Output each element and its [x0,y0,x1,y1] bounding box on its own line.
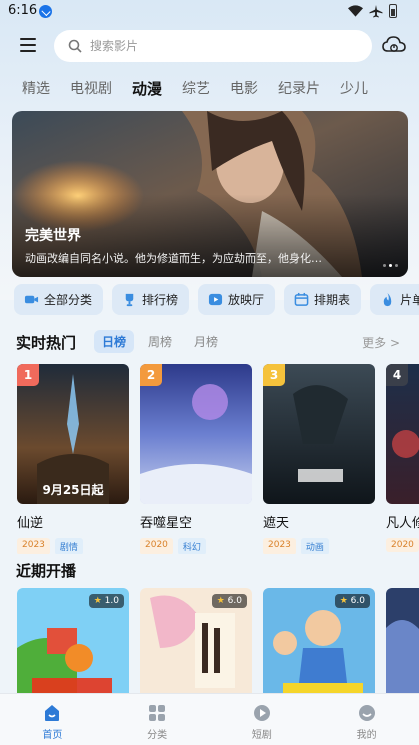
status-time: 6:16 [8,3,38,18]
premiere-date: 9月25日起 [42,483,104,497]
search-input[interactable] [90,30,350,62]
rank-badge: 2 [140,364,162,386]
nav-short-drama[interactable]: 短剧 [210,694,315,745]
rankings-label: 排行榜 [142,293,179,307]
rating-badge: ★ 1.0 [88,594,124,608]
all-categories-button[interactable]: 全部分类 [14,284,104,315]
schedule-button[interactable]: 排期表 [284,284,362,315]
hot-section-title: 实时热门 [16,334,77,352]
genre-tag: 剧情 [54,538,83,554]
upcoming-section-title: 近期开播 [16,562,77,580]
hot-card[interactable]: 4 凡人修仙传 2020 [386,364,419,552]
menu-icon[interactable] [20,38,36,52]
rating-value: 1.0 [104,596,119,606]
calendar-icon [294,292,309,306]
card-title: 仙逆 [17,516,44,531]
hot-card[interactable]: 2 吞噬星空 2020 科幻 [140,364,252,554]
nav-categories-label: 分类 [147,730,168,741]
rankings-button[interactable]: 排行榜 [112,284,190,315]
profile-icon [358,705,375,721]
card-title: 吞噬星空 [140,516,193,531]
more-link[interactable]: 更多 > [362,334,400,351]
rating-badge: ★ 6.0 [211,594,247,608]
rating-badge: ★ 6.0 [334,594,370,608]
poster-artwork [386,588,419,698]
nav-categories[interactable]: 分类 [105,694,210,745]
grid-icon [149,705,166,721]
play-circle-icon [253,705,270,721]
hot-card[interactable]: 3 遮天 2023 动画 [263,364,375,554]
playlist-label: 片单 [400,293,419,307]
playlist-button[interactable]: 片单 [370,284,419,315]
tab-weekly[interactable]: 周榜 [140,330,180,353]
upcoming-section-header: 近期开播 [16,560,76,581]
upcoming-card[interactable] [386,588,419,698]
trophy-icon [125,293,134,307]
search-bar[interactable] [54,30,372,62]
poster: 3 [263,364,375,504]
bottom-navigation: 首页 分类 短剧 我的 [0,693,419,745]
rating-value: 6.0 [227,596,242,606]
genre-tag: 科幻 [177,538,206,554]
year-tag: 2023 [17,538,50,554]
hot-list: 1 9月25日起 仙逆 2023 剧情 2 吞噬星空 2020 科幻 3 遮天 20… [17,364,419,554]
poster: 1 9月25日起 [17,364,129,504]
banner-pagination [383,264,398,267]
rank-badge: 1 [17,364,39,386]
banner-title: 完美世界 [25,228,81,244]
upcoming-card[interactable]: ★ 6.0 [140,588,252,698]
battery-icon [389,4,397,18]
airplane-mode-icon [369,4,383,18]
video-camera-icon [24,295,39,304]
nav-profile[interactable]: 我的 [314,694,419,745]
card-title: 遮天 [263,516,290,531]
tab-documentary[interactable]: 纪录片 [278,78,320,102]
featured-banner[interactable]: 完美世界 动画改编自同名小说。他为修道而生，为应劫而至，他身化… [12,111,408,277]
schedule-label: 排期表 [314,293,351,307]
home-icon [45,705,60,721]
tab-featured[interactable]: 精选 [22,78,50,102]
tab-kids[interactable]: 少儿 [340,78,368,102]
tab-tv-series[interactable]: 电视剧 [70,78,112,102]
search-icon [68,39,82,53]
upcoming-list: ★ 1.0 ★ 6.0 ★ 6.0 [17,588,419,698]
nav-short-drama-label: 短剧 [251,730,272,741]
wifi-icon [348,5,363,17]
tab-anime[interactable]: 动漫 [132,78,162,102]
rating-value: 6.0 [350,596,365,606]
year-tag: 2020 [386,538,419,552]
all-categories-label: 全部分类 [44,293,93,307]
tab-daily[interactable]: 日榜 [94,330,135,353]
poster: 2 [140,364,252,504]
nav-home[interactable]: 首页 [0,694,105,745]
genre-tag: 动画 [300,538,329,554]
cloud-sync-icon[interactable] [382,34,406,56]
banner-description: 动画改编自同名小说。他为修道而生，为应劫而至，他身化… [25,252,322,265]
rank-badge: 4 [386,364,408,386]
nav-home-label: 首页 [42,730,63,741]
poster: 4 [386,364,419,504]
tab-monthly[interactable]: 月榜 [186,330,226,353]
year-tag: 2020 [140,538,173,554]
nav-profile-label: 我的 [356,730,377,741]
flame-icon [383,292,392,307]
rank-badge: 3 [263,364,285,386]
tab-variety[interactable]: 综艺 [182,78,210,102]
screening-hall-button[interactable]: 放映厅 [198,284,276,315]
hot-card[interactable]: 1 9月25日起 仙逆 2023 剧情 [17,364,129,554]
play-screen-icon [208,293,223,306]
hot-section-header: 实时热门 日榜 周榜 月榜 更多 > [16,330,406,354]
tab-movies[interactable]: 电影 [230,78,258,102]
upcoming-card[interactable]: ★ 1.0 [17,588,129,698]
screening-hall-label: 放映厅 [228,293,265,307]
card-title: 凡人修仙传 [386,516,419,531]
year-tag: 2023 [263,538,296,554]
header [0,28,419,64]
download-icon [39,5,52,18]
category-tabs: 精选 电视剧 动漫 综艺 电影 纪录片 少儿 [0,78,419,102]
ranking-period-tabs: 日榜 周榜 月榜 [94,330,226,353]
upcoming-card[interactable]: ★ 6.0 [263,588,375,698]
status-bar: 6:16 [0,0,419,24]
quick-actions: 全部分类 排行榜 放映厅 排期表 片单 [14,284,419,316]
